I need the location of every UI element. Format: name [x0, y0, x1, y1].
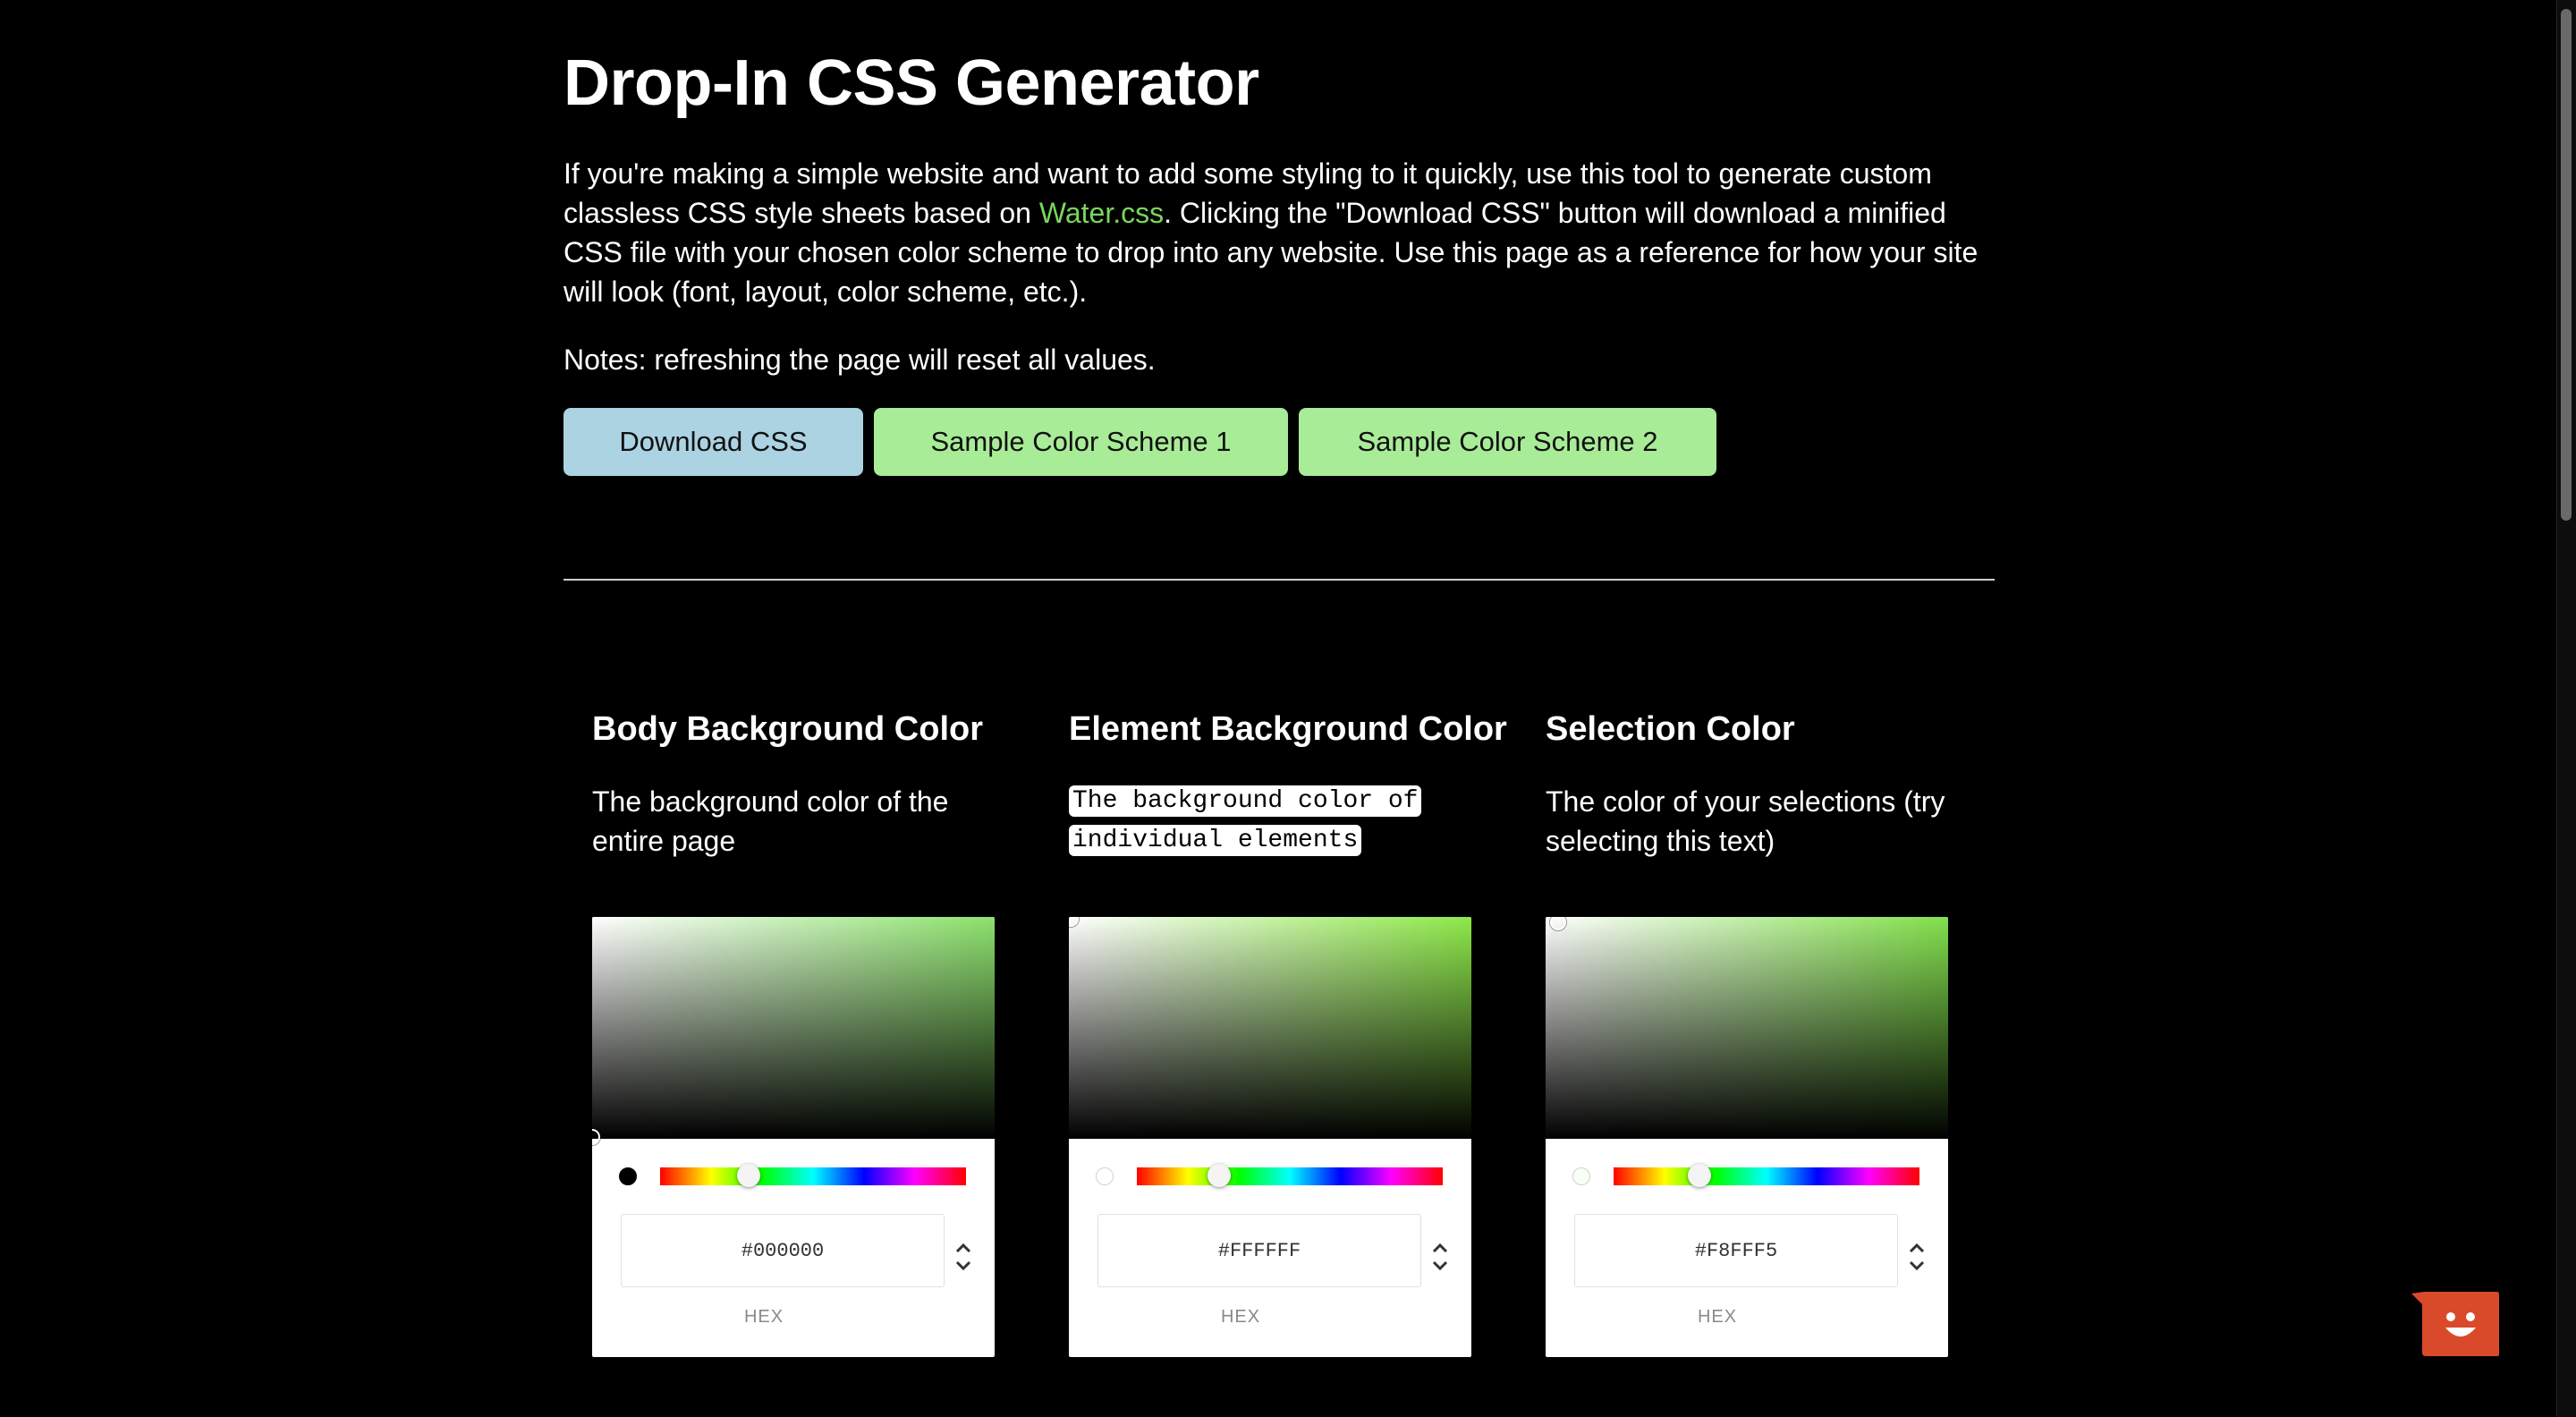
sample-color-scheme-1-button[interactable]: Sample Color Scheme 1 — [874, 408, 1288, 476]
element-background-description: The background color of individual eleme… — [1069, 782, 1480, 861]
hue-slider[interactable] — [1614, 1164, 1919, 1187]
body-background-title: Body Background Color — [592, 710, 984, 748]
notes-text: Notes: refreshing the page will reset al… — [564, 344, 1156, 376]
selection-color-description: The color of your selections (try select… — [1546, 785, 1945, 857]
hue-slider-thumb[interactable] — [1208, 1164, 1232, 1187]
element-background-title: Element Background Color — [1069, 710, 1507, 748]
hex-mode-label: HEX — [1697, 1307, 1738, 1327]
vertical-scrollbar[interactable] — [2556, 0, 2576, 1417]
hue-slider[interactable] — [1137, 1164, 1443, 1187]
selection-color-picker: HEX — [1546, 917, 1948, 1357]
hex-mode-label: HEX — [743, 1307, 784, 1327]
hex-input[interactable] — [1097, 1214, 1421, 1287]
page-title: Drop-In CSS Generator — [564, 47, 1259, 119]
color-preview-swatch — [619, 1167, 637, 1185]
saturation-value-area[interactable] — [592, 917, 995, 1145]
hue-slider[interactable] — [660, 1164, 966, 1187]
download-css-button[interactable]: Download CSS — [564, 408, 863, 476]
saturation-value-area[interactable] — [1546, 917, 1948, 1139]
hue-slider-thumb[interactable] — [1687, 1164, 1711, 1187]
horizontal-divider — [564, 579, 1995, 581]
sample-color-scheme-2-button[interactable]: Sample Color Scheme 2 — [1299, 408, 1716, 476]
hue-slider-thumb[interactable] — [737, 1164, 761, 1187]
element-background-description-text: The background color of individual eleme… — [1069, 785, 1422, 856]
element-background-color-picker: HEX — [1069, 917, 1471, 1357]
color-preview-swatch — [1096, 1167, 1114, 1185]
up-down-chevron-icon[interactable] — [950, 1237, 977, 1277]
body-background-color-picker: HEX — [592, 917, 995, 1357]
up-down-chevron-icon[interactable] — [1427, 1237, 1453, 1277]
hex-mode-label: HEX — [1220, 1307, 1261, 1327]
saturation-value-area[interactable] — [1069, 917, 1471, 1139]
scrollbar-thumb[interactable] — [2561, 9, 2572, 521]
water-css-link[interactable]: Water.css — [1039, 197, 1164, 229]
hex-input[interactable] — [1574, 1214, 1898, 1287]
body-background-description: The background color of the entire page — [592, 785, 949, 857]
chat-bot-face-icon[interactable] — [2410, 1290, 2501, 1358]
selection-color-title: Selection Color — [1546, 710, 1795, 748]
intro-paragraph: If you're making a simple website and wa… — [564, 154, 1995, 311]
up-down-chevron-icon[interactable] — [1903, 1237, 1930, 1277]
page: Drop-In CSS Generator If you're making a… — [0, 0, 2576, 1417]
color-preview-swatch — [1572, 1167, 1590, 1185]
hex-input[interactable] — [621, 1214, 945, 1287]
